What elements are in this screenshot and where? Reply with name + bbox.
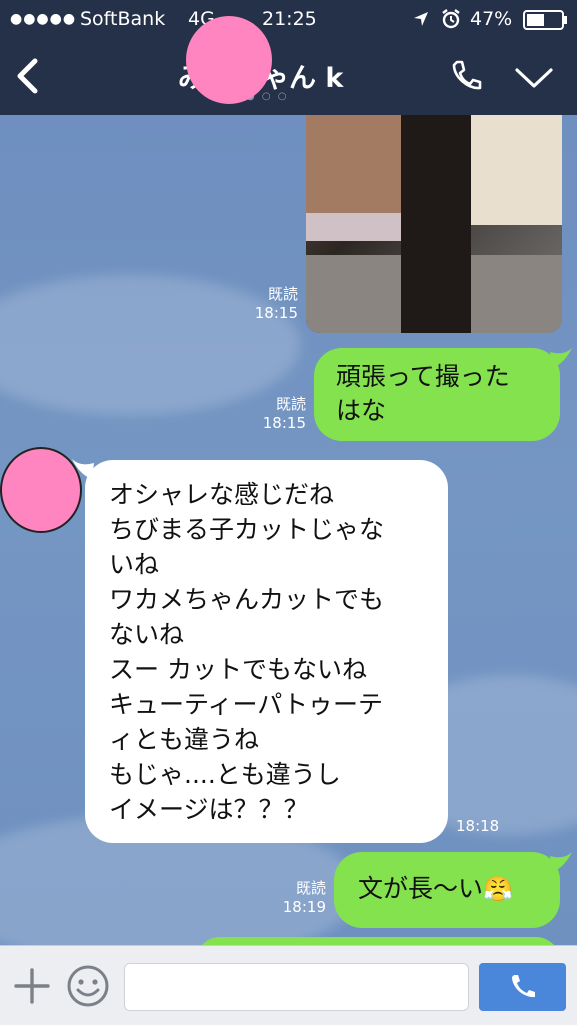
plus-icon[interactable] <box>14 968 50 1004</box>
photo-hair <box>401 115 471 333</box>
photo-highlight <box>456 115 562 225</box>
chevron-down-icon[interactable] <box>514 66 554 90</box>
partial-message-bubble[interactable] <box>196 937 560 945</box>
signal-strength-icon: ●●●●● <box>10 11 77 27</box>
message-line: オシャレな感じだね <box>109 480 335 509</box>
sent-message-bubble[interactable]: 頑張って撮った はな <box>314 348 560 441</box>
alarm-clock-icon <box>442 9 460 29</box>
message-line: もじゃ....とも違うし <box>109 760 341 789</box>
call-send-button[interactable] <box>479 963 566 1011</box>
bubble-tail <box>550 348 572 368</box>
battery-icon <box>523 10 567 30</box>
chat-title-end: ゃん k <box>262 63 344 94</box>
phone-call-icon[interactable] <box>448 58 484 94</box>
message-meta: 既読 18:15 <box>254 395 306 433</box>
message-meta: 既読 18:15 <box>246 285 298 323</box>
message-input-bar <box>0 945 577 1025</box>
chat-header: み ゃん k ● ○ ○ <box>0 38 577 115</box>
photo-skin <box>306 115 401 215</box>
location-arrow-icon <box>414 12 428 26</box>
read-receipt: 既読 <box>275 395 306 413</box>
received-message-bubble[interactable]: オシャレな感じだね ちびまる子カットじゃな いね ワカメちゃんカットでも ないね… <box>85 460 448 843</box>
message-line: ィとも違うね <box>109 725 260 754</box>
redaction-sticker <box>186 16 272 104</box>
battery-percentage: 47% <box>470 8 513 30</box>
message-meta: 既読 18:19 <box>274 879 326 917</box>
frustrated-face-emoji: 😤 <box>483 875 513 903</box>
photo-message[interactable] <box>306 115 562 333</box>
message-time: 18:18 <box>456 817 500 835</box>
emoji-smiley-icon[interactable] <box>66 964 110 1008</box>
message-line: イメージは？？？ <box>109 795 309 824</box>
back-chevron-icon[interactable] <box>14 58 40 94</box>
message-input[interactable] <box>124 963 469 1011</box>
bubble-tail <box>550 852 572 872</box>
message-text: 文が長〜い <box>358 874 484 903</box>
sent-message-bubble[interactable]: 文が長〜い😤 <box>334 852 560 928</box>
message-line: いね <box>109 550 160 579</box>
message-time: 18:15 <box>254 304 298 322</box>
clock-time: 21:25 <box>262 8 317 30</box>
photo-collar <box>306 213 416 241</box>
carrier-name: SoftBank <box>80 8 166 30</box>
message-line: ちびまる子カットじゃな <box>109 515 385 544</box>
read-receipt: 既読 <box>295 879 326 897</box>
read-receipt: 既読 <box>267 285 298 303</box>
message-time: 18:15 <box>262 414 306 432</box>
message-line: 頑張って撮った <box>336 362 510 391</box>
chat-area[interactable]: 既読 18:15 頑張って撮った はな 既読 18:15 オシャレな感じだね ち… <box>0 115 577 945</box>
message-time: 18:19 <box>282 898 326 916</box>
message-line: スー カットでもないね <box>109 655 367 684</box>
message-line: はな <box>336 396 387 425</box>
status-bar: ●●●●● SoftBank 4G 21:25 47% <box>0 0 577 38</box>
phone-call-icon <box>512 975 535 998</box>
message-line: ワカメちゃんカットでも <box>109 585 385 614</box>
message-line: ないね <box>109 620 185 649</box>
message-line: キューティーパトゥーテ <box>109 690 384 719</box>
